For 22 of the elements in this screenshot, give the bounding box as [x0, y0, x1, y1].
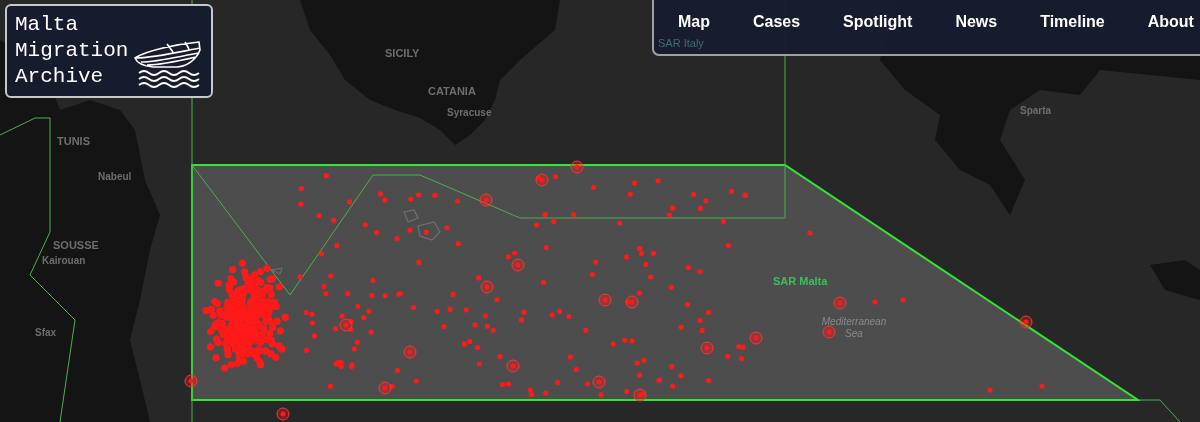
logo-title: Archive: [15, 64, 105, 90]
map-label: Kairouan: [42, 256, 86, 266]
nav-link[interactable]: Map: [678, 13, 710, 31]
map-label: Nabeul: [98, 172, 132, 182]
map-label: TUNIS: [57, 136, 90, 147]
nav-link[interactable]: News: [955, 13, 998, 31]
logo-title: Malta: [15, 12, 79, 38]
map-label: Sparta: [1020, 106, 1052, 116]
nav-link[interactable]: Cases: [752, 13, 801, 31]
map-label: SAR Italy: [658, 38, 704, 49]
map-label: Sfax: [35, 328, 57, 338]
map-label: SOUSSE: [53, 240, 99, 251]
nav-link[interactable]: About: [1147, 13, 1194, 31]
logo-title: Migration: [15, 38, 129, 64]
nav-link[interactable]: Timeline: [1040, 13, 1105, 31]
nav-link[interactable]: Spotlight: [843, 13, 913, 31]
map-label: Syracuse: [447, 108, 492, 118]
logo-card[interactable]: Malta Migration Archive: [5, 4, 213, 98]
map-label: Mediterranean Sea: [820, 316, 888, 340]
map-label: SAR Malta: [773, 276, 828, 287]
map-label: SICILY: [385, 48, 420, 59]
map-label: CATANIA: [428, 86, 476, 97]
